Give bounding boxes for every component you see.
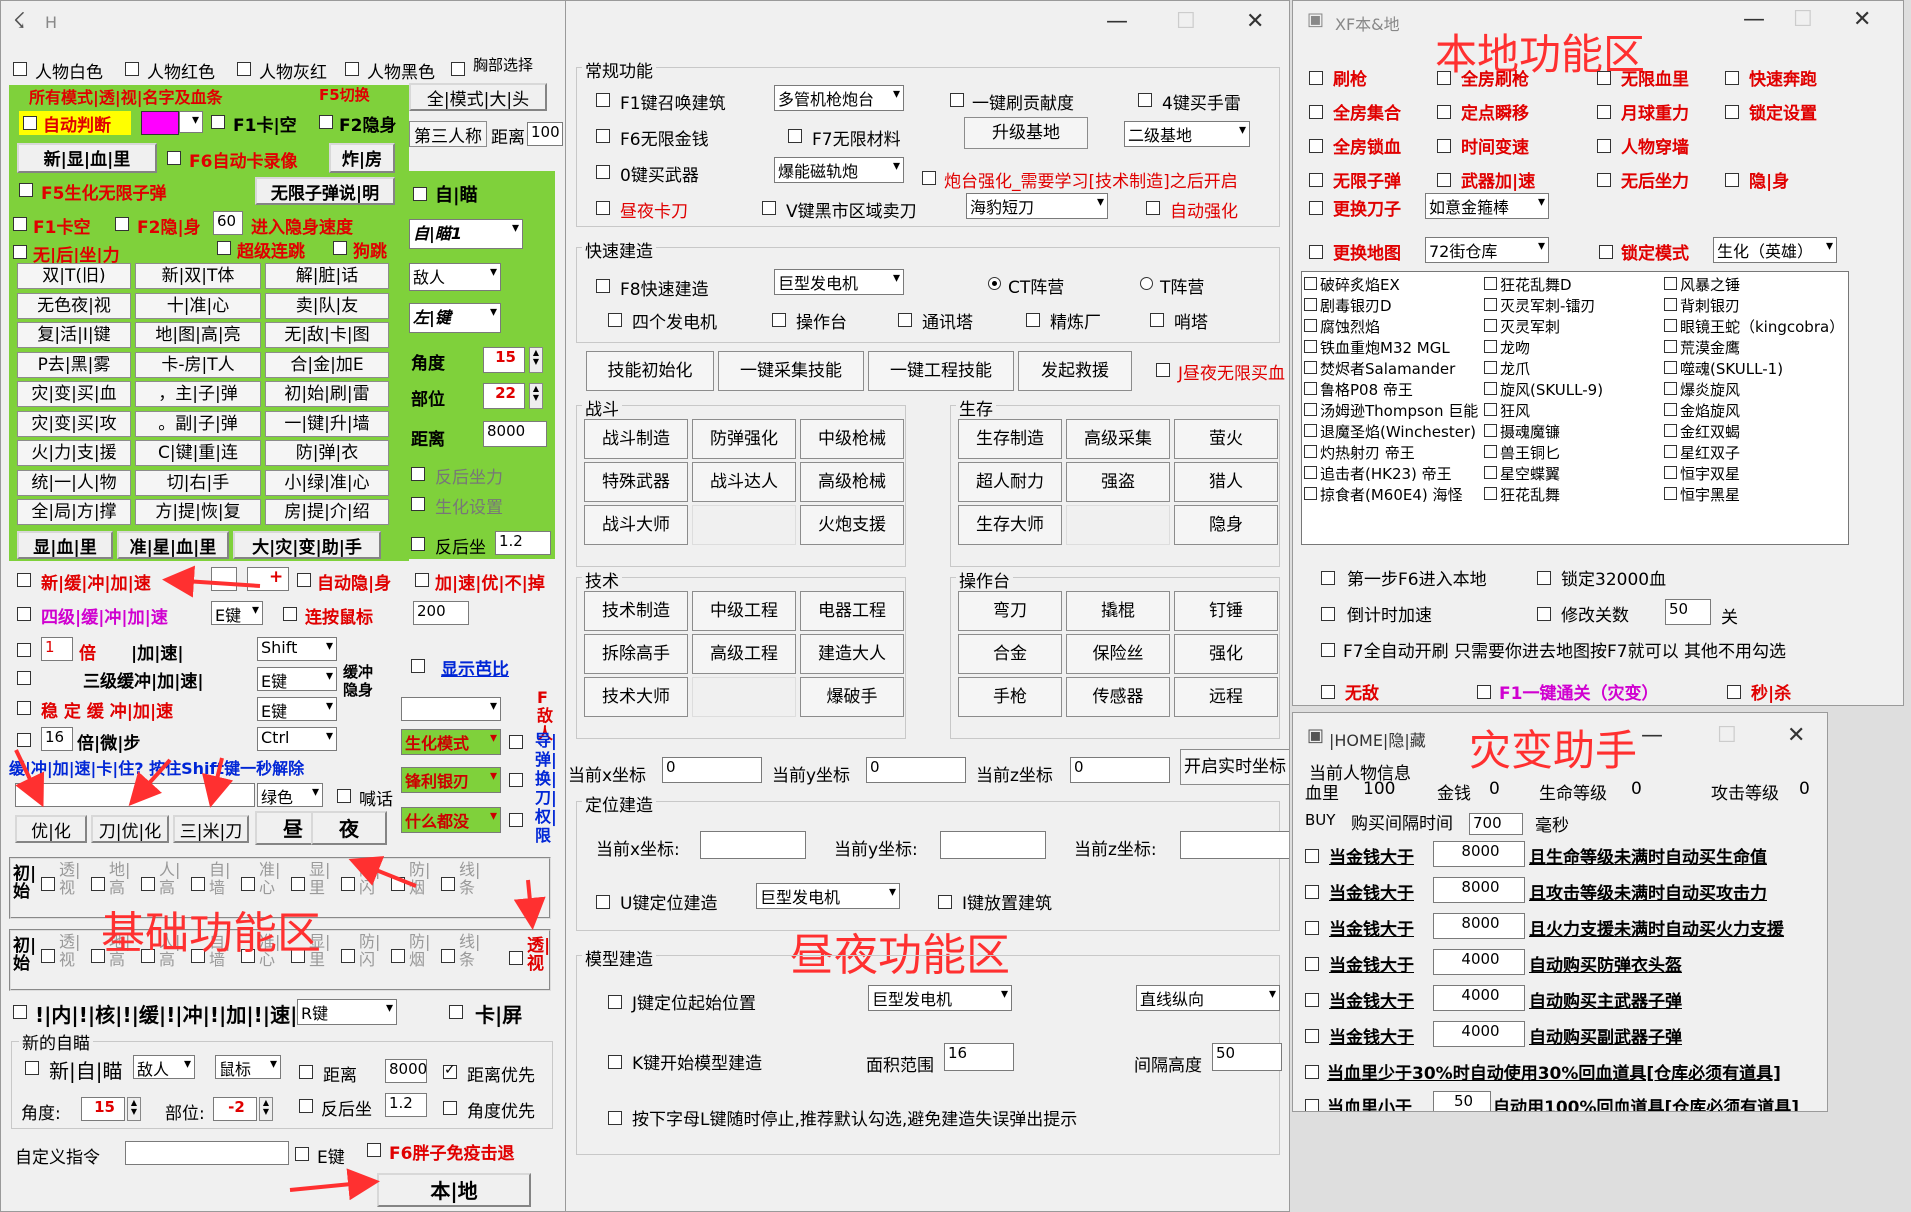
arrow-3 (128, 758, 172, 806)
arrow-2 (14, 749, 45, 808)
arrow-5 (348, 856, 417, 888)
arrow-7 (289, 1168, 380, 1201)
arrow-6 (513, 879, 546, 930)
arrow-4 (201, 757, 234, 808)
arrow-1 (162, 565, 261, 598)
annotation-arrows (14, 565, 546, 1201)
